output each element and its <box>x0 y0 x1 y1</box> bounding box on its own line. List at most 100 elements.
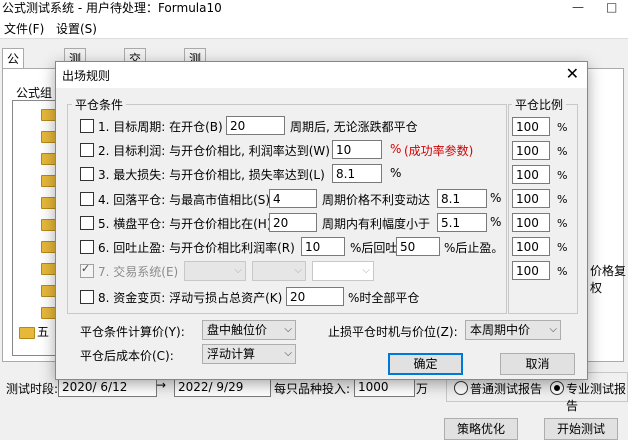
rule-row-6: 6. 回吐止盈: 与开仓价相比利润率(R) 10 %后回吐 50 %后止盈。 <box>80 236 503 258</box>
rule-4-input-2[interactable]: 8.1 <box>437 189 487 208</box>
rule-3-suffix: % <box>390 166 402 180</box>
rule-row-1: 1. 目标周期: 在开仓(B) 20 周期后, 无论涨跌都平仓 <box>80 115 500 137</box>
menu-bar: 文件(F) 设置(S) <box>0 18 628 39</box>
cost-price-label: 平仓后成本价(C): <box>80 349 174 363</box>
app-title-bar: 公式测试系统 - 用户待处理：Formula10 <box>0 0 628 18</box>
rule-3-label: 3. 最大损失: 与开仓价相比, 损失率达到(L) <box>98 168 325 182</box>
chevron-down-icon: ⌵ <box>549 324 557 335</box>
date-arrow: → <box>156 378 167 392</box>
per-stock-input[interactable]: 1000 <box>354 377 415 397</box>
ratio-percent-6: % <box>557 241 568 254</box>
rule-1-checkbox[interactable] <box>80 119 94 133</box>
rule-6-input-2[interactable]: 50 <box>396 237 440 256</box>
ratio-percent-1: % <box>557 121 568 134</box>
rule-3-input[interactable]: 8.1 <box>332 164 382 183</box>
dialog-title: 出场规则 <box>62 69 111 83</box>
tree-item[interactable]: 五 <box>37 323 49 340</box>
start-test-button[interactable]: 开始测试 <box>544 418 618 440</box>
ratio-input-3[interactable]: 100 <box>512 165 550 184</box>
rule-8-label: 8. 资金变页: 浮动亏损占总资产(K) <box>98 291 283 305</box>
trading-system-select-1[interactable]: ⌵ <box>184 261 246 281</box>
menu-settings[interactable]: 设置(S) <box>56 20 97 37</box>
exit-ratio-label: 平仓比例 <box>512 96 567 113</box>
rule-row-4: 4. 回落平仓: 与最高市值相比(S) 4 周期价格不利变动达 8.1 % <box>80 188 502 210</box>
rule-7-label: 7. 交易系统(E) <box>98 265 179 279</box>
ratio-input-4[interactable]: 100 <box>512 189 550 208</box>
trading-system-select-3[interactable]: ⌵ <box>312 261 374 281</box>
dialog-title-bar: 出场规则 ✕ <box>56 62 587 88</box>
rule-6-mid: %后回吐 <box>350 241 398 255</box>
rule-2-suffix: % <box>390 142 402 156</box>
cost-price-value: 浮动计算 <box>207 347 256 361</box>
ratio-percent-7: % <box>557 265 568 278</box>
rule-5-checkbox[interactable] <box>80 216 94 230</box>
ok-button[interactable]: 确定 <box>388 353 463 375</box>
rule-5-input-2[interactable]: 5.1 <box>437 213 487 232</box>
rule-1-input[interactable]: 20 <box>226 116 285 135</box>
rule-4-mid: 周期价格不利变动达 <box>322 193 431 207</box>
close-icon[interactable]: ✕ <box>566 64 579 83</box>
rule-8-input[interactable]: 20 <box>286 287 344 306</box>
calc-price-label: 平仓条件计算价(Y): <box>80 325 185 339</box>
rule-6-label: 6. 回吐止盈: 与开仓价相比利润率(R) <box>98 241 295 255</box>
ratio-input-1[interactable]: 100 <box>512 117 550 136</box>
maximize-button[interactable]: □ <box>606 0 617 14</box>
ratio-input-6[interactable]: 100 <box>512 237 550 256</box>
rule-6-input[interactable]: 10 <box>301 237 345 256</box>
rule-2-checkbox[interactable] <box>80 143 94 157</box>
rule-row-8: 8. 资金变页: 浮动亏损占总资产(K) 20 %时全部平仓 <box>80 286 500 308</box>
report-pro-label: 专业测试报告 <box>566 382 627 413</box>
ratio-input-7[interactable]: 100 <box>512 261 550 280</box>
rule-8-suffix: %时全部平仓 <box>348 291 420 305</box>
rule-5-input[interactable]: 20 <box>269 213 317 232</box>
exit-rules-dialog: 出场规则 ✕ 平仓条件 平仓比例 1. 目标周期: 在开仓(B) 20 周期后,… <box>55 61 588 380</box>
menu-file[interactable]: 文件(F) <box>4 20 44 37</box>
minimize-button[interactable]: — <box>572 0 584 14</box>
optimize-button[interactable]: 策略优化 <box>444 418 518 440</box>
rule-2-label: 2. 目标利润: 与开仓价相比, 利润率达到(W) <box>98 144 330 158</box>
rule-5-label: 5. 横盘平仓: 与开仓价相比在(H) <box>98 217 272 231</box>
report-pro-radio[interactable] <box>550 381 564 395</box>
chevron-down-icon: ⌵ <box>294 265 302 276</box>
rule-4-suffix: % <box>490 191 502 205</box>
start-date-input[interactable]: 2020/ 6/12 <box>58 377 157 397</box>
calc-price-select[interactable]: 盘中触位价 ⌵ <box>202 320 296 340</box>
rule-1-label: 1. 目标周期: 在开仓(B) <box>98 120 223 134</box>
ratio-percent-3: % <box>557 169 568 182</box>
cancel-button[interactable]: 取消 <box>500 353 575 375</box>
report-normal-radio[interactable] <box>454 381 468 395</box>
ratio-percent-5: % <box>557 217 568 230</box>
tree-header: 公式组 <box>16 86 53 100</box>
chevron-down-icon: ⌵ <box>234 265 242 276</box>
report-normal-label: 普通测试报告 <box>470 382 543 396</box>
tab-formula-select[interactable]: 公式选择 <box>2 48 25 126</box>
trading-system-select-2[interactable]: ⌵ <box>252 261 306 281</box>
exit-conditions-label: 平仓条件 <box>72 96 127 113</box>
rule-5-suffix: % <box>490 215 502 229</box>
stop-timing-select[interactable]: 本周期中价 ⌵ <box>465 320 561 340</box>
rule-row-3: 3. 最大损失: 与开仓价相比, 损失率达到(L) 8.1 % <box>80 163 500 185</box>
end-date-input[interactable]: 2022/ 9/29 <box>174 377 271 397</box>
rule-3-checkbox[interactable] <box>80 167 94 181</box>
rule-6-checkbox[interactable] <box>80 240 94 254</box>
rule-5-mid: 周期内有利幅度小于 <box>322 217 431 231</box>
chevron-down-icon: ⌵ <box>284 348 292 359</box>
rule-2-note: (成功率参数) <box>404 144 474 158</box>
per-stock-unit: 万 <box>416 382 429 396</box>
folder-icon <box>19 327 35 339</box>
ratio-input-2[interactable]: 100 <box>512 141 550 160</box>
per-stock-label: 每只品种投入: <box>274 382 351 396</box>
rule-7-checkbox[interactable] <box>80 262 94 278</box>
rule-row-7: 7. 交易系统(E) ⌵ ⌵ ⌵ <box>80 260 500 282</box>
cost-price-select[interactable]: 浮动计算 ⌵ <box>202 344 296 364</box>
chevron-down-icon: ⌵ <box>284 324 292 335</box>
app-title: 公式测试系统 - 用户待处理：Formula10 <box>2 1 222 15</box>
calc-price-value: 盘中触位价 <box>207 323 268 337</box>
ratio-input-5[interactable]: 100 <box>512 213 550 232</box>
rule-2-input[interactable]: 10 <box>332 140 382 159</box>
rule-4-input[interactable]: 4 <box>269 189 317 208</box>
rule-8-checkbox[interactable] <box>80 290 94 304</box>
stop-timing-value: 本周期中价 <box>470 323 531 337</box>
stop-timing-label: 止损平仓时机与价位(Z): <box>328 325 458 339</box>
rule-4-checkbox[interactable] <box>80 192 94 206</box>
